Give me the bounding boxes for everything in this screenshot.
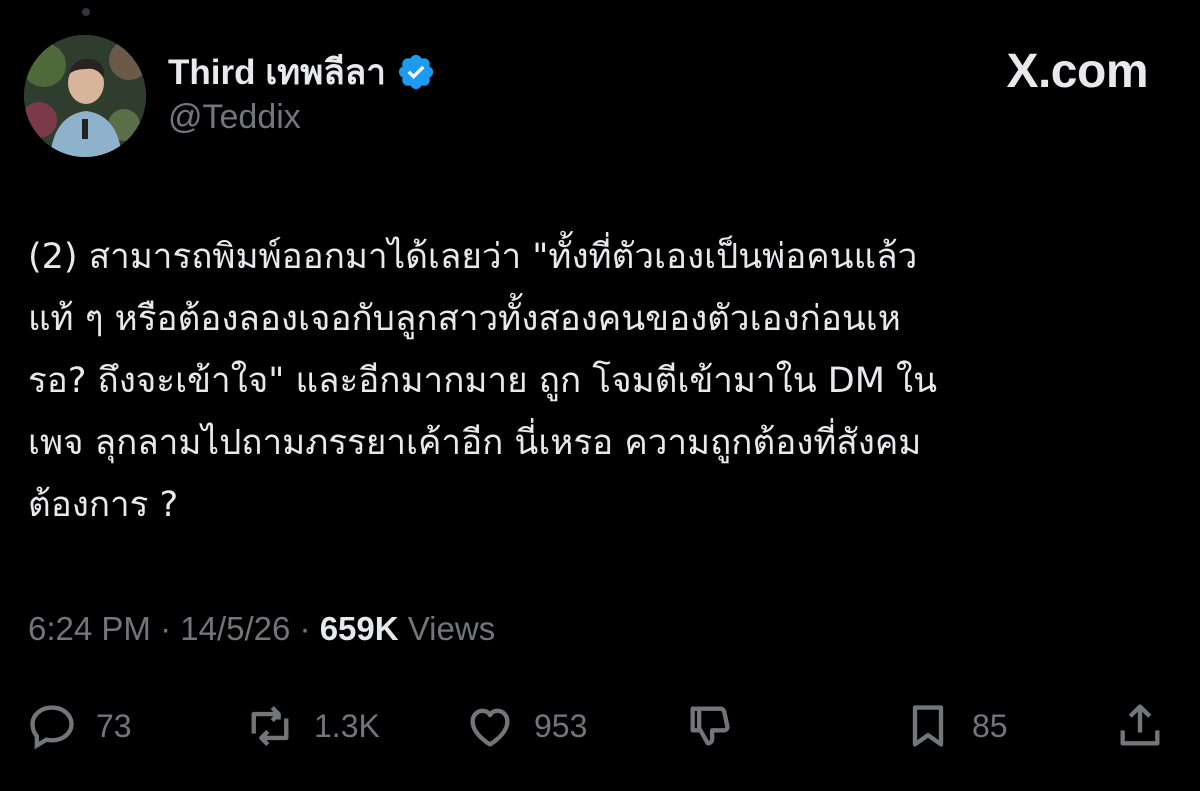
share-icon: [1114, 700, 1166, 752]
heart-icon: [464, 700, 516, 752]
reply-button[interactable]: 73: [26, 696, 132, 756]
display-name[interactable]: Third เทพลีลา: [168, 45, 386, 100]
action-bar: 73 1.3K 953 85: [0, 696, 1200, 756]
thumbs-down-icon: [684, 700, 736, 752]
bookmark-icon: [902, 700, 954, 752]
like-button[interactable]: 953: [464, 696, 587, 756]
bookmark-count: 85: [972, 707, 1008, 744]
bookmark-button[interactable]: 85: [902, 696, 1008, 756]
tweet-meta: 6:24 PM · 14/5/26 · 659K Views: [28, 610, 495, 648]
meta-separator: ·: [299, 610, 311, 647]
author-name-row: Third เทพลีลา: [168, 46, 436, 98]
repost-button[interactable]: 1.3K: [244, 696, 380, 756]
reply-count: 73: [96, 707, 132, 744]
meta-separator: ·: [160, 610, 172, 647]
tweet-card: Third เทพลีลา @Teddix X.com (2) สามารถพิ…: [0, 0, 1200, 791]
tweet-line: (2) สามารถพิมพ์ออกมาได้เลยว่า "ทั้งที่ตั…: [28, 237, 918, 277]
verified-badge-icon: [396, 52, 436, 92]
tweet-text: (2) สามารถพิมพ์ออกมาได้เลยว่า "ทั้งที่ตั…: [28, 226, 1178, 536]
author-handle[interactable]: @Teddix: [168, 98, 301, 137]
reply-icon: [26, 700, 78, 752]
tweet-line: ต้องการ ?: [28, 485, 179, 525]
views-count: 659K: [319, 610, 399, 647]
repost-count: 1.3K: [314, 707, 380, 744]
views-label: Views: [407, 610, 496, 647]
tweet-date[interactable]: 14/5/26: [180, 610, 290, 647]
share-button[interactable]: [1114, 696, 1166, 756]
tweet-time[interactable]: 6:24 PM: [28, 610, 151, 647]
tweet-line: รอ? ถึงจะเข้าใจ" และอีกมากมาย ถูก โจมตีเ…: [28, 361, 938, 401]
tweet-line: แท้ ๆ หรือต้องลองเจอกับลูกสาวทั้งสองคนขอ…: [28, 299, 901, 339]
brand-logo: X.com: [1006, 45, 1148, 98]
avatar[interactable]: [24, 35, 146, 157]
indicator-dot: [82, 8, 90, 16]
tweet-line: เพจ ลุกลามไปถามภรรยาเค้าอีก นี่เหรอ ความ…: [28, 423, 922, 463]
repost-icon: [244, 700, 296, 752]
dislike-button[interactable]: [684, 696, 736, 756]
like-count: 953: [534, 707, 588, 744]
